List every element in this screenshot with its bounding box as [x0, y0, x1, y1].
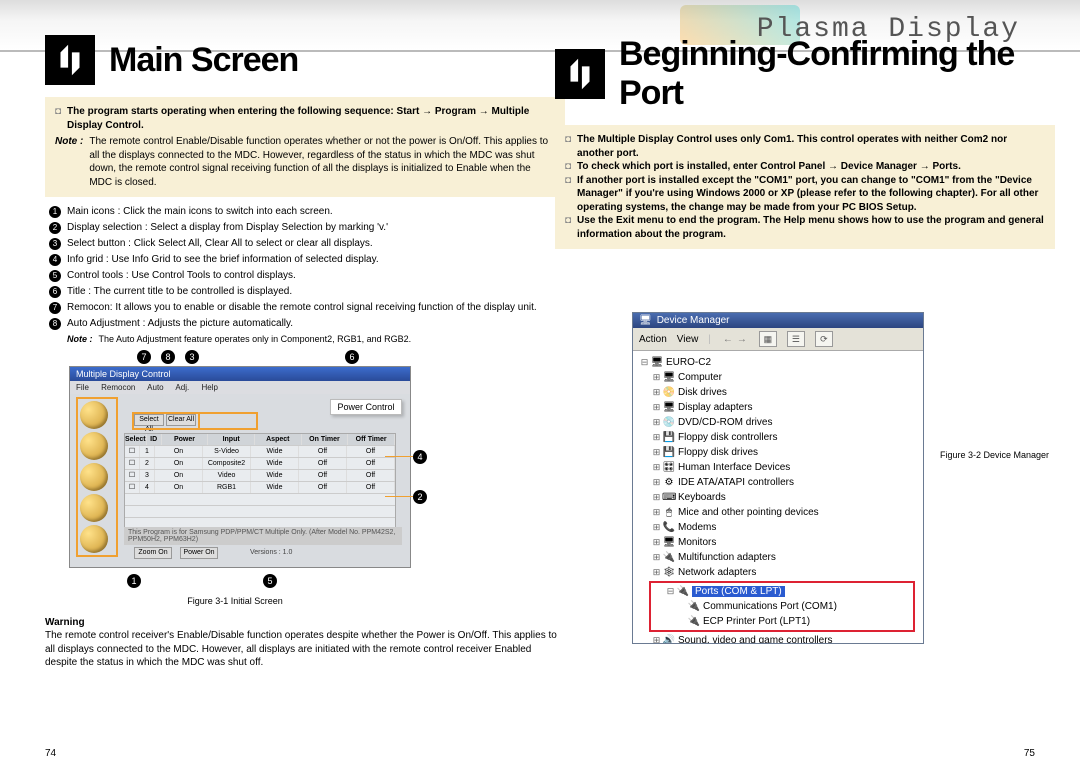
warning-text: The remote control receiver's Enable/Dis… [45, 629, 565, 670]
dm-node[interactable]: ⊞🖥Computer [651, 370, 921, 385]
port-icon: 🔌 [687, 601, 701, 612]
item-1: Main icons : Click the main icons to swi… [67, 205, 561, 219]
dm-node[interactable]: ⊞🖱Mice and other pointing devices [651, 505, 921, 520]
page-number-left: 74 [45, 748, 56, 759]
r-item-2: To check which port is installed, enter … [577, 160, 1045, 174]
power-on-button[interactable]: Power On [180, 547, 218, 559]
port-icon: 🔌 [687, 616, 701, 627]
badge-3: 3 [185, 350, 199, 364]
power-control-title: Power Control [330, 399, 402, 415]
toolbar-button-2[interactable]: ☰ [787, 331, 805, 347]
ports-highlight: ⊟🔌Ports (COM & LPT) 🔌Communications Port… [649, 581, 915, 632]
computer-icon: 🖥 [639, 315, 652, 326]
right-callout: ◘The Multiple Display Control uses only … [555, 125, 1055, 249]
dm-node[interactable]: ⊞🎛Human Interface Devices [651, 460, 921, 475]
badge-5: 5 [263, 574, 277, 588]
figure-1-area: 7 8 3 6 4 2 1 5 Multiple Display Control… [45, 350, 425, 590]
device-icon: ⌨ [662, 492, 676, 503]
r-item-4: Use the Exit menu to end the program. Th… [577, 214, 1045, 241]
page-number-right: 75 [1024, 748, 1035, 759]
app-window: Multiple Display Control File Remocon Au… [69, 366, 411, 568]
item-5: Control tools : Use Control Tools to con… [67, 269, 561, 283]
dm-node[interactable]: ⊞💾Floppy disk controllers [651, 430, 921, 445]
dm-titlebar: 🖥 Device Manager [633, 313, 923, 328]
dm-node[interactable]: ⊞⚙IDE ATA/ATAPI controllers [651, 475, 921, 490]
dm-node[interactable]: ⊞🔊Sound, video and game controllers [651, 633, 921, 643]
computer-icon: 🖥 [650, 357, 664, 368]
device-icon: 🔌 [662, 552, 676, 563]
nav-arrows[interactable]: ←→ [721, 334, 749, 345]
item-4: Info grid : Use Info Grid to see the bri… [67, 253, 561, 267]
section-arrows-icon [555, 49, 605, 99]
device-icon: 🔊 [662, 635, 676, 643]
left-page: Main Screen ◘The program starts operatin… [45, 35, 565, 670]
dm-node[interactable]: ⊞📞Modems [651, 520, 921, 535]
device-icon: 💿 [662, 417, 676, 428]
device-icon: 📞 [662, 522, 676, 533]
item-3: Select button : Click Select All, Clear … [67, 237, 561, 251]
device-icon: 💾 [662, 447, 676, 458]
item-6: Title : The current title to be controll… [67, 285, 561, 299]
device-icon: 🖱 [662, 507, 676, 518]
lpt1-node[interactable]: ECP Printer Port (LPT1) [703, 616, 810, 627]
badge-7: 7 [137, 350, 151, 364]
app-titlebar: Multiple Display Control [70, 367, 410, 381]
item-2: Display selection : Select a display fro… [67, 221, 561, 235]
items-note: The Auto Adjustment feature operates onl… [99, 333, 562, 346]
device-icon: 🖥 [662, 372, 676, 383]
figure-1-caption: Figure 3-1 Initial Screen [45, 596, 425, 606]
right-page: Beginning-Confirming the Port ◘The Multi… [555, 35, 1055, 257]
badge-1: 1 [127, 574, 141, 588]
dm-node[interactable]: ⊞⌨Keyboards [651, 490, 921, 505]
ports-icon: 🔌 [676, 586, 690, 597]
dm-node[interactable]: ⊞🖥Monitors [651, 535, 921, 550]
dm-node[interactable]: ⊞💿DVD/CD-ROM drives [651, 415, 921, 430]
badge-2: 2 [413, 490, 427, 504]
intro-callout: ◘The program starts operating when enter… [45, 97, 565, 197]
section-title: Beginning-Confirming the Port [619, 35, 1055, 113]
item-7: Remocon: It allows you to enable or disa… [67, 301, 561, 315]
menu-action[interactable]: Action [639, 334, 667, 345]
section-arrows-icon [45, 35, 95, 85]
device-icon: 🖥 [662, 537, 676, 548]
dm-tree[interactable]: ⊟🖥EURO-C2 ⊞🖥Computer⊞📀Disk drives⊞🖥Displ… [633, 351, 923, 643]
toolbar-button-1[interactable]: ▦ [759, 331, 777, 347]
menu-view[interactable]: View [677, 334, 699, 345]
device-icon: 🎛 [662, 462, 676, 473]
item-8: Auto Adjustment : Adjusts the picture au… [67, 317, 561, 331]
device-icon: 🖥 [662, 402, 676, 413]
status-bar: This Program is for Samsung PDP/PPM/CT M… [124, 527, 402, 545]
device-icon: 📀 [662, 387, 676, 398]
device-icon: 🕸 [662, 567, 676, 578]
dm-node[interactable]: ⊞🖥Display adapters [651, 400, 921, 415]
callout-note: The remote control Enable/Disable functi… [89, 135, 555, 189]
callout-lead: The program starts operating when enteri… [67, 105, 555, 132]
numbered-list: 1Main icons : Click the main icons to sw… [45, 205, 565, 346]
device-manager-window: 🖥 Device Manager Action View | ←→ ▦ ☰ ⟳ … [632, 312, 924, 644]
zoom-on-button[interactable]: Zoom On [134, 547, 172, 559]
warning: Warning The remote control receiver's En… [45, 616, 565, 670]
version-label: Versions : 1.0 [250, 549, 292, 556]
ports-node[interactable]: Ports (COM & LPT) [692, 586, 785, 597]
warning-label: Warning [45, 616, 565, 630]
dm-toolbar: Action View | ←→ ▦ ☰ ⟳ [633, 328, 923, 351]
toolbar-button-3[interactable]: ⟳ [815, 331, 833, 347]
badge-6: 6 [345, 350, 359, 364]
r-item-3: If another port is installed except the … [577, 174, 1045, 215]
badge-4: 4 [413, 450, 427, 464]
app-menubar: File Remocon Auto Adj. Help [70, 381, 410, 394]
dm-node[interactable]: ⊞🔌Multifunction adapters [651, 550, 921, 565]
section-title: Main Screen [109, 41, 298, 80]
device-icon: 💾 [662, 432, 676, 443]
dm-node[interactable]: ⊞📀Disk drives [651, 385, 921, 400]
com1-node[interactable]: Communications Port (COM1) [703, 601, 837, 612]
badge-8: 8 [161, 350, 175, 364]
dm-node[interactable]: ⊞🕸Network adapters [651, 565, 921, 580]
figure-2-caption: Figure 3-2 Device Manager [940, 450, 1049, 460]
device-icon: ⚙ [662, 477, 676, 488]
r-item-1: The Multiple Display Control uses only C… [577, 133, 1045, 160]
dm-node[interactable]: ⊞💾Floppy disk drives [651, 445, 921, 460]
